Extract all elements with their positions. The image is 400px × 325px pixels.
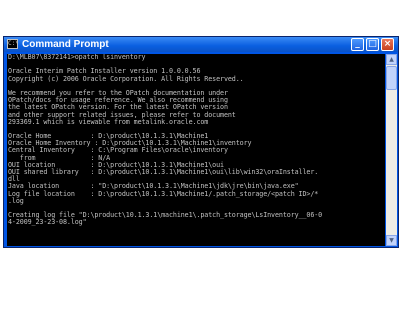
scroll-down-button[interactable]: ▼ [386, 235, 397, 246]
console-line: OUI shared library : D:\product\10.1.3.1… [8, 168, 319, 176]
window-title: Command Prompt [22, 39, 109, 50]
console-line: Copyright (c) 2006 Oracle Corporation. A… [8, 74, 244, 83]
command-prompt-window[interactable]: C:\ Command Prompt _ □ × D:\MLB07\837214… [3, 36, 399, 248]
scroll-thumb[interactable] [386, 66, 397, 90]
console-line: Log file location : D:\product\10.1.3.1\… [8, 189, 319, 198]
console-output[interactable]: D:\MLB07\8372141>opatch lsinventory Oracl… [7, 54, 385, 246]
console-line: 293369.1 which is viewable from metalink… [8, 117, 209, 126]
cmd-icon[interactable]: C:\ [7, 39, 18, 49]
vertical-scrollbar[interactable]: ▲ ▼ [386, 54, 397, 246]
scroll-up-button[interactable]: ▲ [386, 54, 397, 65]
close-button[interactable]: × [381, 38, 394, 51]
console-line: .log [8, 196, 24, 205]
console-line: D:\MLB07\8372141>opatch lsinventory [8, 54, 146, 61]
minimize-button[interactable]: _ [351, 38, 364, 51]
console-line: 4-2009_23-23-08.log" [8, 218, 87, 227]
title-bar[interactable]: C:\ Command Prompt _ □ × [4, 37, 398, 52]
maximize-button[interactable]: □ [366, 38, 379, 51]
